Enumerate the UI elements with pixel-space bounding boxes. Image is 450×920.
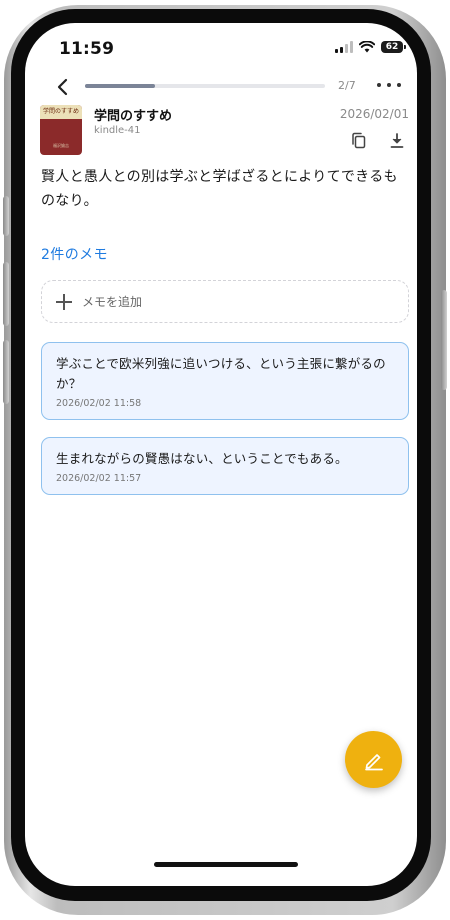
- home-indicator: [154, 862, 298, 867]
- signal-icon: [335, 41, 353, 53]
- book-title: 学問のすすめ: [94, 109, 173, 124]
- plus-icon: [56, 293, 72, 310]
- memo-card[interactable]: 学ぶことで欧米列強に追いつける、という主張に繋がるのか？ 2026/02/02 …: [41, 342, 409, 420]
- more-options-button[interactable]: [377, 77, 401, 93]
- chevron-left-icon: [57, 78, 68, 96]
- memo-count-label: 2件のメモ: [41, 247, 108, 263]
- screen: 11:59 62 2/7 学問のすすめ 福沢諭吉 学問のすすめ kindle-4…: [25, 23, 417, 886]
- copy-button[interactable]: [348, 130, 370, 152]
- download-button[interactable]: [386, 130, 408, 152]
- more-dot: [397, 83, 401, 87]
- memo-text: 生まれながらの賢愚はない、ということでもある。: [56, 451, 348, 466]
- action-button: [3, 196, 9, 236]
- reading-progress-fill: [85, 84, 155, 88]
- status-time: 11:59: [59, 39, 115, 59]
- book-source: kindle-41: [94, 125, 141, 136]
- download-icon: [390, 133, 404, 148]
- memo-text: 学ぶことで欧米列強に追いつける、という主張に繋がるのか？: [56, 356, 386, 391]
- more-dot: [387, 83, 391, 87]
- status-icons: 62: [335, 41, 406, 53]
- back-button[interactable]: [52, 75, 72, 99]
- highlight-text: 賢人と愚人との別は学ぶと学ばざるとによりてできるものなり。: [41, 169, 398, 209]
- wifi-icon: [359, 41, 375, 53]
- battery-indicator: 62: [381, 41, 406, 53]
- add-memo-button[interactable]: メモを追加: [41, 280, 409, 323]
- memo-timestamp: 2026/02/02 11:57: [56, 473, 142, 484]
- write-memo-fab[interactable]: [345, 731, 402, 788]
- add-memo-label: メモを追加: [82, 295, 143, 309]
- power-button: [441, 290, 447, 390]
- book-cover: 学問のすすめ 福沢諭吉: [40, 105, 82, 155]
- highlight-date: 2026/02/01: [339, 107, 409, 121]
- cover-title: 学問のすすめ: [40, 105, 82, 119]
- pen-icon: [364, 753, 383, 770]
- reading-progress-bar: [85, 84, 325, 88]
- memo-card[interactable]: 生まれながらの賢愚はない、ということでもある。 2026/02/02 11:57: [41, 437, 409, 495]
- memo-timestamp: 2026/02/02 11:58: [56, 398, 142, 409]
- more-dot: [377, 83, 381, 87]
- page-indicator: 2/7: [338, 79, 356, 92]
- volume-down-button: [3, 340, 9, 404]
- copy-icon: [352, 132, 366, 149]
- volume-up-button: [3, 262, 9, 326]
- cover-author: 福沢諭吉: [53, 143, 69, 148]
